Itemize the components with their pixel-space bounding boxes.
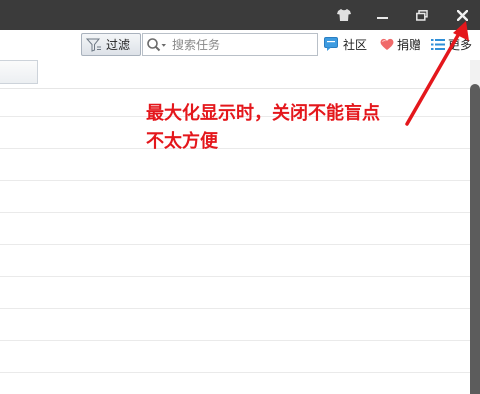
- search-input[interactable]: [170, 37, 314, 52]
- list-row-divider: [0, 372, 470, 373]
- vertical-scrollbar[interactable]: [470, 60, 480, 394]
- divider: [0, 88, 470, 89]
- list-row-divider: [0, 276, 470, 277]
- skin-button[interactable]: [330, 0, 358, 30]
- more-label: 更多: [448, 38, 473, 52]
- list-row-divider: [0, 244, 470, 245]
- list-row-divider: [0, 212, 470, 213]
- restore-button[interactable]: [408, 0, 436, 30]
- annotation-line-1: 最大化显示时，关闭不能盲点: [146, 103, 380, 124]
- more-link[interactable]: 更多: [431, 36, 472, 53]
- restore-icon: [416, 9, 428, 21]
- tshirt-icon: [337, 9, 351, 21]
- annotation-text: 最大化显示时，关闭不能盲点 不太方便: [146, 100, 446, 156]
- list-icon: [431, 38, 445, 51]
- toolbar: 过滤 社区 捐赠: [0, 30, 480, 60]
- search-box[interactable]: [142, 33, 318, 56]
- filter-label: 过滤: [106, 38, 131, 52]
- heart-icon: [380, 38, 394, 51]
- list-row-divider: [0, 308, 470, 309]
- minimize-icon: [376, 16, 388, 19]
- search-icon: [143, 37, 170, 53]
- annotation-line-2: 不太方便: [146, 131, 218, 152]
- list-row-divider: [0, 180, 470, 181]
- close-icon: [456, 9, 468, 21]
- donate-label: 捐赠: [397, 38, 422, 52]
- community-link[interactable]: 社区: [324, 36, 367, 53]
- chat-bubble-icon: [324, 37, 340, 52]
- filter-button[interactable]: 过滤: [81, 33, 141, 56]
- scroll-thumb[interactable]: [470, 84, 480, 394]
- minimize-button[interactable]: [368, 0, 396, 30]
- donate-link[interactable]: 捐赠: [380, 36, 421, 53]
- list-row-divider: [0, 340, 470, 341]
- funnel-icon: [86, 38, 102, 52]
- close-button[interactable]: [448, 0, 476, 30]
- community-label: 社区: [343, 38, 368, 52]
- left-panel-tab[interactable]: [0, 60, 38, 84]
- title-bar: [0, 0, 480, 30]
